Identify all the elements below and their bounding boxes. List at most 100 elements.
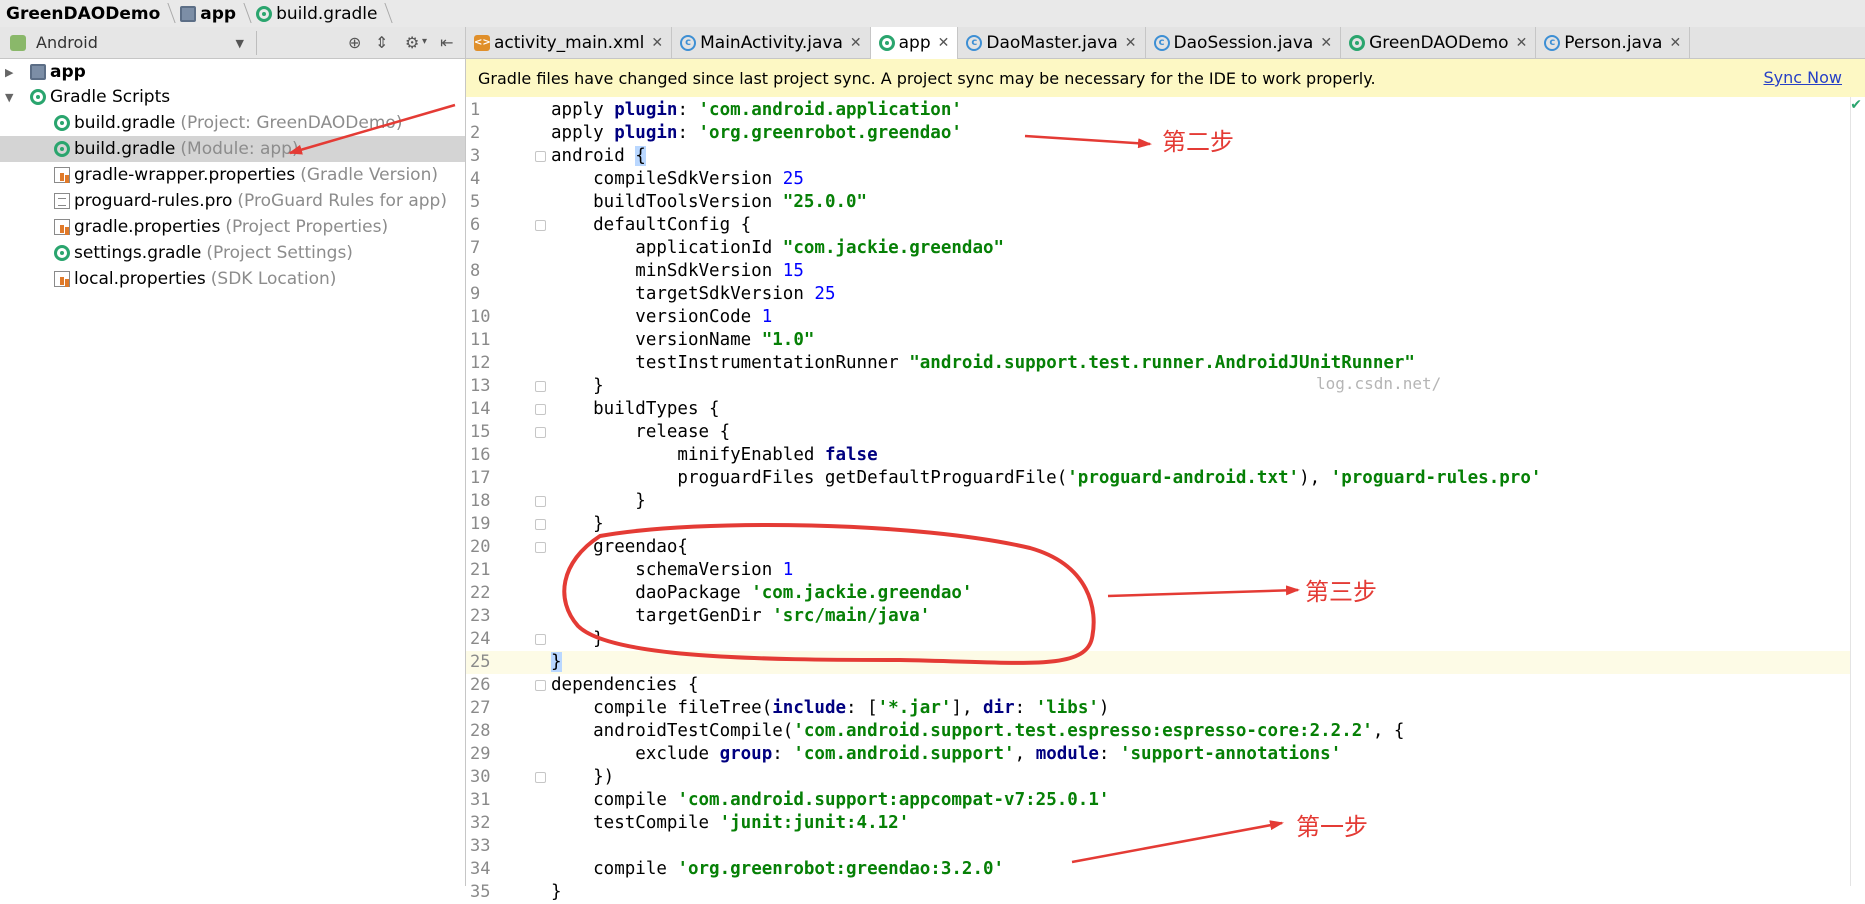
tree-item-gradle-wrapper[interactable]: gradle-wrapper.properties (Gradle Versio…: [0, 162, 465, 188]
code-line[interactable]: 28 androidTestCompile('com.android.suppo…: [466, 720, 1865, 743]
code-line[interactable]: 33: [466, 835, 1865, 858]
code-line[interactable]: 25}: [466, 651, 1865, 674]
tab-activity-main-xml[interactable]: <> activity_main.xml ✕: [466, 27, 673, 58]
project-toolbar: Android ▼ ⊕ ⇕ ⚙ ▾ ⇤: [0, 27, 465, 59]
line-number: 19: [470, 514, 491, 534]
hide-panel-icon[interactable]: ⇤: [440, 33, 453, 52]
code-line[interactable]: 6 defaultConfig {: [466, 214, 1865, 237]
error-stripe[interactable]: ✔: [1850, 97, 1865, 886]
code-line[interactable]: 20 greendao{: [466, 536, 1865, 559]
tree-item-gradle-scripts[interactable]: ▼ Gradle Scripts: [0, 84, 465, 110]
tree-item-build-gradle-module[interactable]: build.gradle (Module: app): [0, 136, 465, 162]
tab-daosession-java[interactable]: c DaoSession.java ✕: [1146, 27, 1342, 58]
tree-item-hint: (Module: app): [180, 139, 299, 159]
gear-dropdown-icon[interactable]: ▾: [422, 36, 427, 47]
breadcrumb-project[interactable]: GreenDAODemo: [0, 0, 174, 27]
gradle-icon: [878, 35, 895, 51]
tab-greendaodemo[interactable]: GreenDAODemo ✕: [1341, 27, 1537, 58]
close-icon[interactable]: ✕: [938, 35, 950, 51]
code-line[interactable]: 29 exclude group: 'com.android.support',…: [466, 743, 1865, 766]
code-line[interactable]: 32 testCompile 'junit:junit:4.12': [466, 812, 1865, 835]
sync-notification-banner: Gradle files have changed since last pro…: [466, 59, 1865, 98]
code-line[interactable]: 1 apply plugin: 'com.android.application': [466, 99, 1865, 122]
locate-target-icon[interactable]: ⊕: [348, 33, 361, 52]
tab-daomaster-java[interactable]: c DaoMaster.java ✕: [958, 27, 1146, 58]
breadcrumb-file[interactable]: build.gradle: [250, 0, 391, 27]
line-number: 2: [470, 123, 481, 143]
close-icon[interactable]: ✕: [651, 35, 663, 51]
fold-marker-icon[interactable]: [535, 772, 546, 783]
tree-item-proguard-rules[interactable]: proguard-rules.pro (ProGuard Rules for a…: [0, 188, 465, 214]
fold-marker-icon[interactable]: [535, 220, 546, 231]
code-line[interactable]: 7 applicationId "com.jackie.greendao": [466, 237, 1865, 260]
code-line[interactable]: 22 daoPackage 'com.jackie.greendao': [466, 582, 1865, 605]
code-line[interactable]: 35}: [466, 881, 1865, 904]
tree-item-hint: (SDK Location): [210, 269, 337, 289]
line-number: 16: [470, 445, 491, 465]
line-number: 22: [470, 583, 491, 603]
code-line[interactable]: 13 }: [466, 375, 1865, 398]
project-view-select[interactable]: Android ▼: [6, 30, 257, 55]
close-icon[interactable]: ✕: [1125, 35, 1137, 51]
code-line[interactable]: 26 dependencies {: [466, 674, 1865, 697]
fold-marker-icon[interactable]: [535, 542, 546, 553]
annotation-step3: 第三步: [1305, 578, 1377, 606]
tab-person-java[interactable]: c Person.java ✕: [1536, 27, 1691, 58]
code-text: targetSdkVersion 25: [551, 284, 836, 304]
fold-marker-icon[interactable]: [535, 496, 546, 507]
tab-label: Person.java: [1564, 32, 1663, 53]
tab-mainactivity-java[interactable]: c MainActivity.java ✕: [672, 27, 871, 58]
tree-item-local-properties[interactable]: local.properties (SDK Location): [0, 266, 465, 292]
sync-now-link[interactable]: Sync Now: [1764, 68, 1843, 87]
tree-item-app[interactable]: ▶ app: [0, 59, 465, 85]
close-icon[interactable]: ✕: [1669, 35, 1681, 51]
gradle-icon: [1349, 34, 1366, 51]
line-number: 4: [470, 169, 481, 189]
close-icon[interactable]: ✕: [850, 35, 862, 51]
code-line[interactable]: 34 compile 'org.greenrobot:greendao:3.2.…: [466, 858, 1865, 881]
code-line[interactable]: 9 targetSdkVersion 25: [466, 283, 1865, 306]
code-line[interactable]: 16 minifyEnabled false: [466, 444, 1865, 467]
code-line[interactable]: 15 release {: [466, 421, 1865, 444]
line-number: 1: [470, 100, 481, 120]
fold-marker-icon[interactable]: [535, 519, 546, 530]
code-line[interactable]: 30 }): [466, 766, 1865, 789]
close-icon[interactable]: ✕: [1516, 35, 1528, 51]
tree-item-gradle-properties[interactable]: gradle.properties (Project Properties): [0, 214, 465, 240]
code-line[interactable]: 11 versionName "1.0": [466, 329, 1865, 352]
code-line[interactable]: 21 schemaVersion 1: [466, 559, 1865, 582]
code-line[interactable]: 31 compile 'com.android.support:appcompa…: [466, 789, 1865, 812]
tree-item-settings-gradle[interactable]: settings.gradle (Project Settings): [0, 240, 465, 266]
code-text: android {: [551, 146, 646, 166]
line-number: 15: [470, 422, 491, 442]
close-icon[interactable]: ✕: [1320, 35, 1332, 51]
expand-arrow-icon[interactable]: ▶: [5, 66, 13, 79]
collapse-arrow-icon[interactable]: ▼: [5, 91, 13, 104]
code-line[interactable]: 23 targetGenDir 'src/main/java': [466, 605, 1865, 628]
java-class-icon: c: [1153, 34, 1170, 51]
fold-marker-icon[interactable]: [535, 634, 546, 645]
code-editor[interactable]: 1 apply plugin: 'com.android.application'…: [466, 97, 1865, 902]
fold-marker-icon[interactable]: [535, 151, 546, 162]
fold-marker-icon[interactable]: [535, 404, 546, 415]
code-line[interactable]: 4 compileSdkVersion 25: [466, 168, 1865, 191]
code-line[interactable]: 18 }: [466, 490, 1865, 513]
breadcrumb-module[interactable]: app: [174, 0, 250, 27]
tab-app[interactable]: app ✕: [870, 27, 959, 59]
fold-marker-icon[interactable]: [535, 381, 546, 392]
tree-item-build-gradle-project[interactable]: build.gradle (Project: GreenDAODemo): [0, 110, 465, 136]
gear-icon[interactable]: ⚙: [405, 33, 419, 52]
collapse-all-icon[interactable]: ⇕: [375, 33, 388, 52]
code-line[interactable]: 12 testInstrumentationRunner "android.su…: [466, 352, 1865, 375]
code-line[interactable]: 27 compile fileTree(include: ['*.jar'], …: [466, 697, 1865, 720]
code-text: buildTypes {: [551, 399, 720, 419]
code-line[interactable]: 19 }: [466, 513, 1865, 536]
fold-marker-icon[interactable]: [535, 680, 546, 691]
code-line[interactable]: 5 buildToolsVersion "25.0.0": [466, 191, 1865, 214]
code-line[interactable]: 24 }: [466, 628, 1865, 651]
fold-marker-icon[interactable]: [535, 427, 546, 438]
code-line[interactable]: 17 proguardFiles getDefaultProguardFile(…: [466, 467, 1865, 490]
code-line[interactable]: 14 buildTypes {: [466, 398, 1865, 421]
code-line[interactable]: 10 versionCode 1: [466, 306, 1865, 329]
code-line[interactable]: 8 minSdkVersion 15: [466, 260, 1865, 283]
